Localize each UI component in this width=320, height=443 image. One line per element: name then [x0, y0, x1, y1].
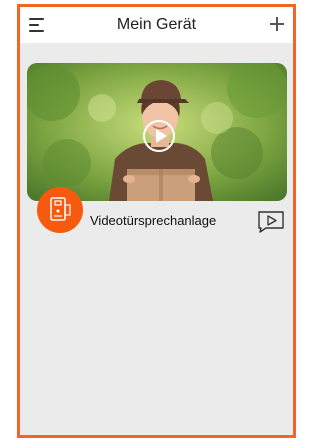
- top-bar: Mein Gerät: [20, 7, 293, 43]
- play-icon[interactable]: [143, 120, 175, 152]
- page-title: Mein Gerät: [116, 16, 197, 33]
- device-name[interactable]: Videotürsprechanlage: [90, 213, 216, 228]
- video-playback-icon[interactable]: [256, 210, 286, 239]
- device-card[interactable]: Videotürsprechanlage: [27, 63, 287, 241]
- camera-preview[interactable]: [27, 63, 287, 201]
- add-device-icon[interactable]: [270, 17, 284, 31]
- app-frame: Mein Gerät Videotürsprechanlage: [17, 4, 296, 438]
- intercom-icon: [37, 187, 83, 233]
